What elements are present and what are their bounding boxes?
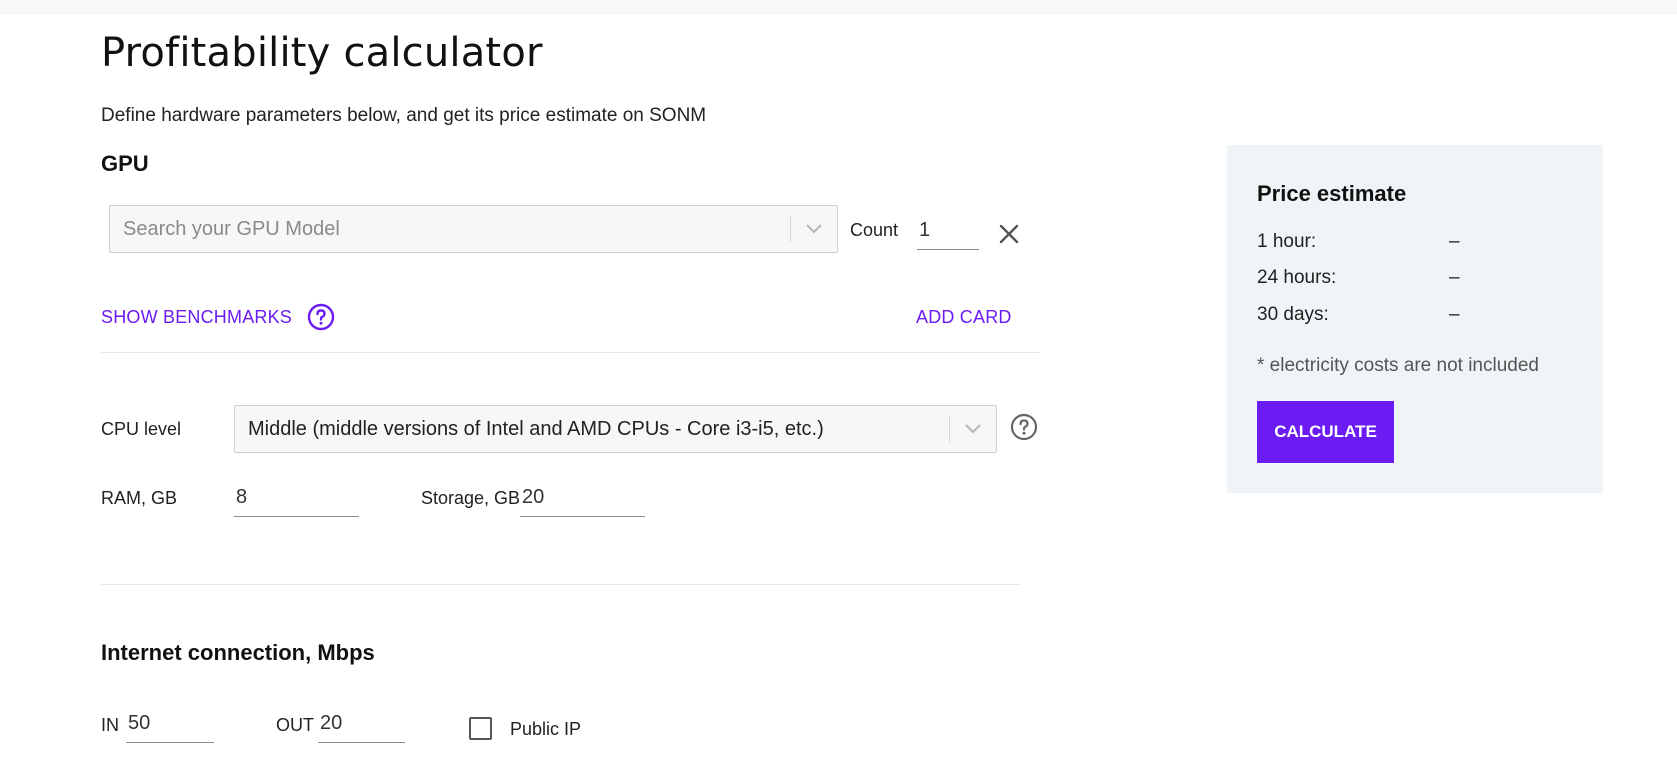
gpu-model-placeholder: Search your GPU Model (123, 217, 340, 240)
price-row-value: – (1449, 231, 1460, 252)
price-row-label: 24 hours: (1257, 267, 1337, 288)
ram-label: RAM, GB (101, 488, 178, 508)
price-row: 30 days: – (1257, 304, 1557, 326)
price-estimate-panel: Price estimate 1 hour: – 24 hours: – 30 … (1227, 145, 1603, 493)
out-speed-input[interactable] (318, 711, 405, 743)
public-ip-checkbox[interactable] (469, 717, 492, 740)
storage-label: Storage, GB (421, 488, 521, 508)
price-estimate-title: Price estimate (1257, 181, 1407, 206)
help-circle-icon[interactable] (307, 303, 335, 331)
price-row-label: 30 days: (1257, 304, 1329, 325)
internet-section-title: Internet connection, Mbps (101, 640, 375, 665)
public-ip-label: Public IP (510, 719, 582, 739)
price-row-value: – (1449, 304, 1460, 325)
storage-input[interactable] (520, 484, 645, 517)
calculate-button[interactable]: CALCULATE (1257, 401, 1394, 463)
in-speed-input[interactable] (126, 711, 214, 743)
in-label: IN (101, 715, 119, 735)
cpu-level-value: Middle (middle versions of Intel and AMD… (248, 417, 824, 440)
gpu-model-select[interactable]: Search your GPU Model (109, 205, 838, 253)
price-row: 24 hours: – (1257, 267, 1557, 289)
gpu-section-title: GPU (101, 151, 149, 176)
price-row-label: 1 hour: (1257, 231, 1317, 252)
gpu-count-input[interactable] (917, 218, 979, 250)
cpu-level-label: CPU level (101, 419, 182, 439)
close-icon[interactable] (996, 221, 1022, 247)
count-label: Count (850, 220, 899, 240)
show-benchmarks-button[interactable]: SHOW BENCHMARKS (101, 307, 292, 328)
price-row: 1 hour: – (1257, 231, 1557, 253)
top-bar (0, 0, 1677, 14)
add-card-button[interactable]: ADD CARD (916, 307, 1012, 328)
page-subtitle: Define hardware parameters below, and ge… (101, 105, 707, 126)
price-row-value: – (1449, 267, 1460, 288)
help-circle-icon[interactable] (1010, 413, 1038, 441)
chevron-down-icon[interactable] (791, 206, 837, 252)
chevron-down-icon[interactable] (950, 406, 996, 452)
divider (101, 352, 1040, 353)
page-title: Profitability calculator (101, 30, 543, 76)
divider (101, 584, 1021, 585)
cpu-level-select[interactable]: Middle (middle versions of Intel and AMD… (234, 405, 997, 453)
electricity-note: * electricity costs are not included (1257, 355, 1539, 376)
out-label: OUT (276, 715, 314, 735)
ram-input[interactable] (234, 484, 359, 517)
